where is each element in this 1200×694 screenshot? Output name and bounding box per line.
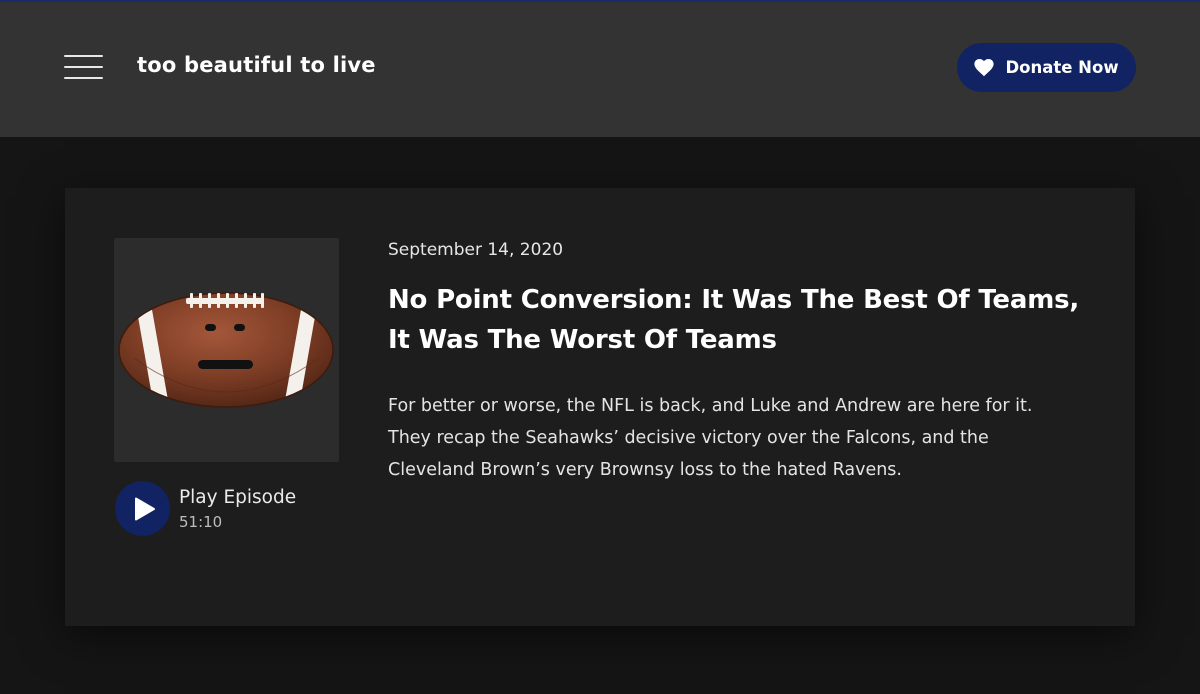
- heart-icon: [974, 58, 995, 76]
- episode-artwork[interactable]: [114, 238, 339, 462]
- episode-title[interactable]: No Point Conversion: It Was The Best Of …: [388, 280, 1088, 360]
- episode-date: September 14, 2020: [388, 240, 564, 260]
- site-header: too beautiful to live Donate Now: [0, 2, 1200, 137]
- donate-button[interactable]: Donate Now: [957, 43, 1136, 92]
- episode-duration: 51:10: [179, 513, 223, 531]
- play-button[interactable]: [115, 481, 170, 536]
- football-face-icon: [118, 292, 334, 408]
- hamburger-menu-icon[interactable]: [64, 54, 104, 80]
- episode-description: For better or worse, the NFL is back, an…: [388, 396, 1033, 480]
- play-icon: [135, 497, 155, 521]
- site-title[interactable]: too beautiful to live: [137, 53, 376, 77]
- donate-button-label: Donate Now: [1005, 58, 1119, 77]
- episode-card: Play Episode 51:10 September 14, 2020 No…: [65, 188, 1135, 626]
- play-episode-label[interactable]: Play Episode: [179, 487, 296, 508]
